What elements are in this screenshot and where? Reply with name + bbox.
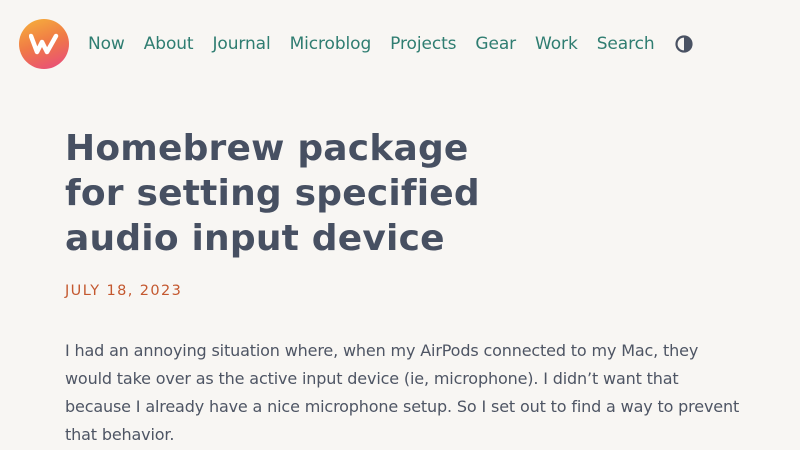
article-date: JULY 18, 2023 xyxy=(65,283,183,299)
nav-link-search[interactable]: Search xyxy=(597,34,655,54)
site-header: Now About Journal Microblog Projects Gea… xyxy=(0,0,800,88)
site-logo[interactable] xyxy=(19,19,69,69)
nav-link-gear[interactable]: Gear xyxy=(475,34,516,54)
half-circle-contrast-icon xyxy=(674,35,693,53)
nav-link-microblog[interactable]: Microblog xyxy=(290,34,372,54)
nav-link-journal[interactable]: Journal xyxy=(213,34,271,54)
article-paragraph: I had an annoying situation where, when … xyxy=(65,341,740,444)
article: Homebrew package for setting specified a… xyxy=(65,126,745,449)
nav-link-now[interactable]: Now xyxy=(88,34,125,54)
nav-link-projects[interactable]: Projects xyxy=(390,34,456,54)
main-nav: Now About Journal Microblog Projects Gea… xyxy=(88,32,693,56)
article-title: Homebrew package for setting specified a… xyxy=(65,128,480,259)
wordmark-w-icon xyxy=(29,33,59,55)
nav-link-work[interactable]: Work xyxy=(535,34,578,54)
theme-toggle-button[interactable] xyxy=(674,35,693,53)
nav-link-about[interactable]: About xyxy=(144,34,194,54)
